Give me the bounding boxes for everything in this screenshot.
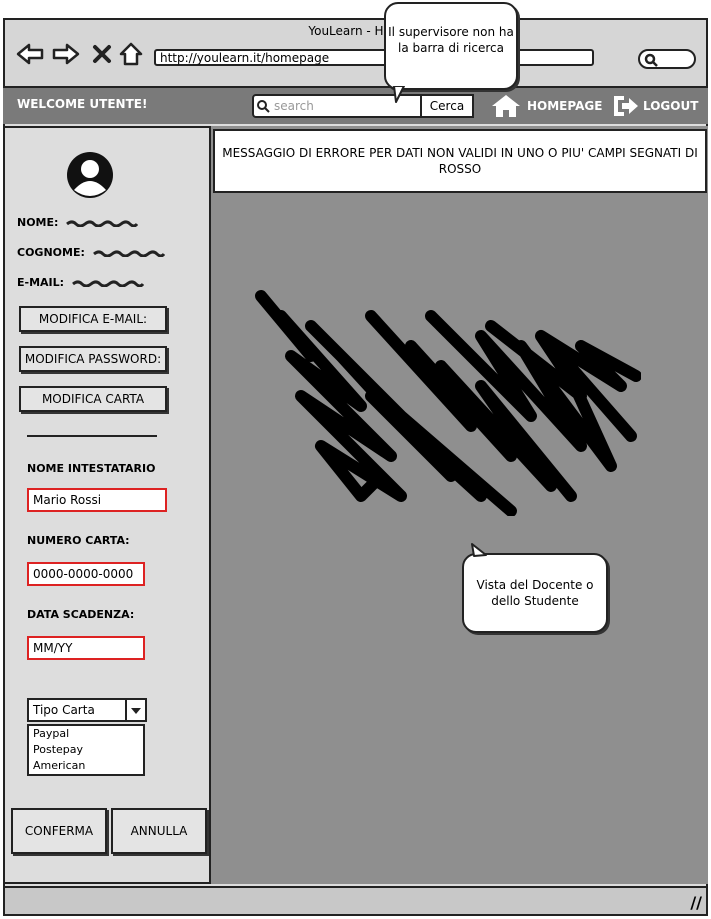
cognome-row: COGNOME: [17, 246, 165, 259]
modifica-email-button[interactable]: MODIFICA E-MAIL: [19, 306, 167, 332]
option-paypal[interactable]: Paypal [29, 726, 143, 742]
tipo-carta-value: Tipo Carta [33, 703, 95, 717]
modifica-password-button[interactable]: MODIFICA PASSWORD: [19, 346, 167, 372]
supervisor-note: Il supervisore non ha la barra di ricerc… [384, 2, 518, 90]
modifica-carta-button[interactable]: MODIFICA CARTA [19, 386, 167, 412]
search-icon [644, 53, 658, 67]
divider [27, 435, 157, 437]
forward-icon[interactable] [52, 42, 80, 70]
error-message: MESSAGGIO DI ERRORE PER DATI NON VALIDI … [213, 129, 707, 193]
numero-carta-label: NUMERO CARTA: [27, 534, 130, 547]
main-content: MESSAGGIO DI ERRORE PER DATI NON VALIDI … [211, 126, 708, 884]
homepage-label: HOMEPAGE [527, 99, 603, 113]
redacted-scribble [66, 220, 139, 227]
intestatario-input[interactable]: Mario Rossi [27, 488, 167, 512]
resize-handle-icon[interactable]: // [690, 893, 702, 912]
sidebar: NOME: COGNOME: E-MAIL: MODIFICA E-MAIL: … [3, 126, 211, 884]
app-header: WELCOME UTENTE! search Cerca HOMEPAGE LO… [3, 88, 708, 124]
welcome-text: WELCOME UTENTE! [17, 97, 148, 111]
home-nav-icon[interactable] [118, 42, 144, 70]
homepage-link[interactable]: HOMEPAGE [491, 94, 602, 126]
tipo-carta-select[interactable]: Tipo Carta [27, 698, 147, 722]
browser-search-field[interactable] [638, 49, 696, 69]
search-bar: search Cerca [252, 94, 477, 118]
view-note: Vista del Docente o dello Studente [462, 553, 608, 633]
numero-carta-input[interactable]: 0000-0000-0000 [27, 562, 145, 586]
conferma-button[interactable]: CONFERMA [11, 808, 107, 854]
window-title: YouLearn - Hom [308, 24, 403, 38]
email-label: E-MAIL: [17, 276, 65, 289]
search-icon [257, 100, 270, 113]
placeholder-scribble [255, 290, 641, 516]
home-icon [492, 95, 520, 117]
stop-icon[interactable] [92, 42, 112, 70]
nome-label: NOME: [17, 216, 59, 229]
callout-tail [471, 543, 487, 557]
url-bar[interactable]: http://youlearn.it/homepage [154, 49, 594, 66]
intestatario-label: NOME INTESTATARIO [27, 462, 156, 475]
data-scadenza-label: DATA SCADENZA: [27, 608, 135, 621]
redacted-scribble [92, 250, 165, 257]
search-button[interactable]: Cerca [420, 94, 474, 118]
option-american[interactable]: American [29, 758, 143, 774]
data-scadenza-input[interactable]: MM/YY [27, 636, 145, 660]
avatar-icon [67, 152, 113, 198]
logout-link[interactable]: LOGOUT [611, 94, 698, 126]
back-icon[interactable] [16, 42, 44, 70]
option-postepay[interactable]: Postepay [29, 742, 143, 758]
chevron-down-icon[interactable] [125, 700, 145, 720]
cognome-label: COGNOME: [17, 246, 85, 259]
tipo-carta-options: Paypal Postepay American [27, 724, 145, 776]
logout-icon [614, 96, 638, 116]
status-bar: // [3, 886, 708, 916]
annulla-button[interactable]: ANNULLA [111, 808, 207, 854]
redacted-scribble [71, 280, 144, 287]
email-row: E-MAIL: [17, 276, 144, 289]
nome-row: NOME: [17, 216, 139, 229]
logout-label: LOGOUT [643, 99, 699, 113]
callout-tail [393, 86, 405, 103]
